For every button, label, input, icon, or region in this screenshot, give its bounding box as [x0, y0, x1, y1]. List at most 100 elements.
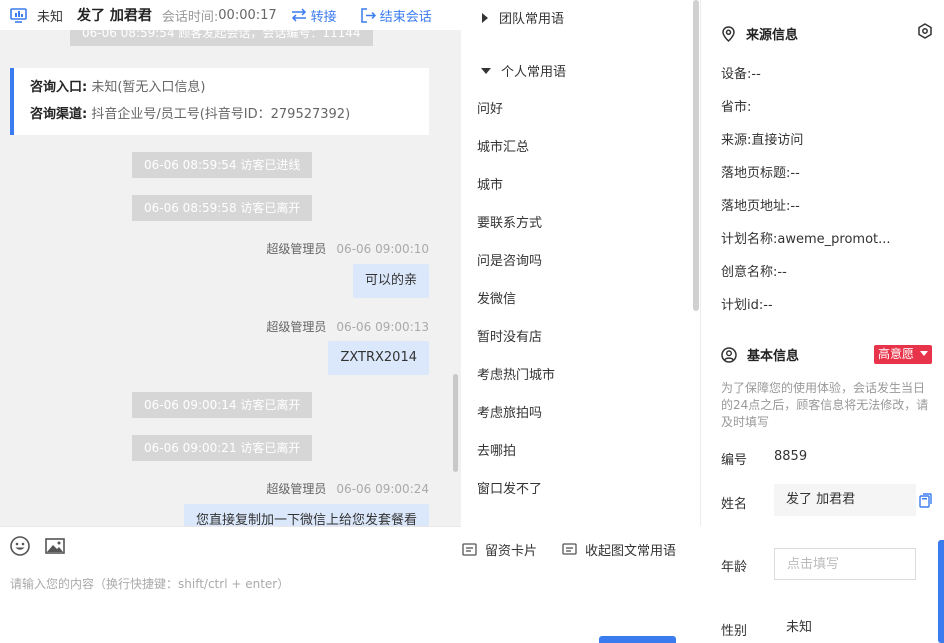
- message-bubble[interactable]: 可以的亲: [352, 264, 429, 298]
- landing-title-label: 落地页标题:: [721, 166, 791, 181]
- plan-id-label: 计划id:: [721, 298, 764, 313]
- from-value: 直接访问: [751, 133, 804, 148]
- quick-reply-item[interactable]: 要联系方式: [477, 212, 542, 231]
- message-icon: [562, 543, 577, 555]
- collapse-replies-button[interactable]: 收起图文常用语: [562, 540, 676, 559]
- quick-reply-item[interactable]: 问是咨询吗: [477, 250, 542, 269]
- creative-name-value: --: [777, 265, 787, 280]
- intent-label: 高意愿: [878, 347, 915, 361]
- monitor-icon: [10, 7, 27, 23]
- end-session-button[interactable]: 结束会话: [360, 6, 432, 25]
- name-label: 姓名: [721, 497, 748, 512]
- location-pin-icon: [722, 25, 735, 42]
- province-row: 省市:: [721, 96, 921, 115]
- caret-down-icon: [919, 351, 928, 356]
- quick-reply-item[interactable]: 去哪拍: [477, 440, 516, 459]
- card-icon: [462, 543, 477, 556]
- transfer-button[interactable]: 转接: [291, 6, 337, 25]
- lead-card-button[interactable]: 留资卡片: [462, 540, 537, 559]
- personal-replies-label: 个人常用语: [501, 65, 567, 80]
- sender-time: 06-06 09:00:13: [336, 320, 429, 334]
- image-icon[interactable]: [44, 535, 66, 557]
- consult-entry-row: 咨询入口: 未知(暂无入口信息): [30, 77, 429, 104]
- gender-select[interactable]: 未知: [774, 612, 916, 643]
- message-sender: 超级管理员 06-06 09:00:10: [266, 240, 429, 257]
- quick-replies-scrollbar[interactable]: [693, 0, 699, 311]
- sender-name: 超级管理员: [266, 320, 327, 334]
- consult-channel-key: 咨询渠道:: [30, 107, 88, 122]
- user-icon: [721, 346, 737, 363]
- province-label: 省市:: [721, 100, 752, 115]
- sender-time: 06-06 09:00:24: [336, 482, 429, 496]
- quick-reply-item[interactable]: 暂时没有店: [477, 326, 542, 345]
- source-info-title: 来源信息: [721, 24, 798, 43]
- personal-replies-group[interactable]: 个人常用语: [481, 61, 566, 80]
- from-label: 来源:: [721, 133, 752, 148]
- device-label: 设备:: [721, 67, 752, 82]
- collapse-replies-label: 收起图文常用语: [585, 544, 677, 559]
- consult-channel-value: 抖音企业号/员工号(抖音号ID：279527392): [91, 107, 351, 122]
- exit-icon: [360, 7, 376, 23]
- chat-header: 未知 发了 加君君 会话时间: 00:00:17 转接 结束会话: [0, 0, 461, 30]
- team-replies-group[interactable]: 团队常用语: [481, 8, 564, 27]
- message-input[interactable]: 请输入您的内容（换行快捷键：shift/ctrl + enter）: [10, 575, 289, 592]
- lead-card-label: 留资卡片: [485, 544, 538, 559]
- landing-title-value: --: [790, 166, 800, 181]
- copy-icon[interactable]: [919, 493, 932, 508]
- landing-title-row: 落地页标题:--: [721, 162, 921, 181]
- event-pill: 06-06 08:59:54 访客已进线: [132, 152, 313, 178]
- age-input[interactable]: [774, 548, 916, 580]
- device-row: 设备:--: [721, 63, 921, 82]
- plan-id-value: --: [763, 298, 773, 313]
- quick-reply-item[interactable]: 考虑热门城市: [477, 364, 555, 383]
- plan-id-row: 计划id:--: [721, 294, 921, 313]
- creative-name-label: 创意名称:: [721, 265, 778, 280]
- id-label: 编号: [721, 453, 748, 468]
- event-pill: 06-06 08:59:58 访客已离开: [132, 195, 313, 221]
- plan-name-value: aweme_promot...: [777, 232, 891, 247]
- end-session-label: 结束会话: [379, 9, 432, 25]
- quick-reply-item[interactable]: 城市: [477, 174, 503, 193]
- chat-panel: 06-06 08:59:54 顾客发起会话，会话编号：11144 咨询入口: 未…: [0, 0, 461, 643]
- event-pill: 06-06 09:00:14 访客已离开: [132, 392, 313, 418]
- message-list[interactable]: 06-06 08:59:54 顾客发起会话，会话编号：11144 咨询入口: 未…: [0, 30, 461, 526]
- creative-name-row: 创意名称:--: [721, 261, 921, 280]
- message-bubble[interactable]: ZXTRX2014: [328, 341, 429, 375]
- transfer-icon: [291, 8, 306, 22]
- consult-entry-value: 未知(暂无入口信息): [91, 80, 206, 95]
- quick-reply-item[interactable]: 窗口发不了: [477, 478, 542, 497]
- visitor-label: 未知: [37, 9, 64, 25]
- message-sender: 超级管理员 06-06 09:00:24: [266, 480, 429, 497]
- age-label: 年龄: [721, 560, 748, 575]
- smile-icon[interactable]: [9, 535, 31, 557]
- chat-scrollbar[interactable]: [453, 374, 458, 472]
- intent-dropdown[interactable]: 高意愿: [874, 345, 932, 364]
- landing-url-row: 落地页地址:--: [721, 195, 921, 214]
- basic-info-title-text: 基本信息: [747, 349, 800, 364]
- quick-reply-item[interactable]: 问好: [477, 98, 503, 117]
- consult-channel-row: 咨询渠道: 抖音企业号/员工号(抖音号ID：279527392): [30, 104, 429, 131]
- landing-url-value: --: [790, 199, 800, 214]
- quick-reply-item[interactable]: 考虑旅拍吗: [477, 402, 542, 421]
- send-button[interactable]: [599, 636, 676, 643]
- quick-reply-item[interactable]: 发微信: [477, 288, 516, 307]
- consult-info-card: 咨询入口: 未知(暂无入口信息) 咨询渠道: 抖音企业号/员工号(抖音号ID：2…: [10, 68, 429, 135]
- from-row: 来源:直接访问: [721, 129, 921, 148]
- landing-url-label: 落地页地址:: [721, 199, 791, 214]
- source-info-title-text: 来源信息: [746, 28, 799, 43]
- customer-name: 发了 加君君: [77, 8, 152, 24]
- session-time-label: 会话时间:: [161, 9, 219, 25]
- consult-entry-key: 咨询入口:: [30, 80, 88, 95]
- message-bubble[interactable]: 您直接复制加一下微信上给您发套餐看: [183, 504, 429, 526]
- name-field[interactable]: 发了 加君君: [774, 484, 916, 516]
- quick-reply-item[interactable]: 城市汇总: [477, 136, 529, 155]
- customer-info-panel: 来源信息 设备:-- 省市: 来源:直接访问 落地页标题:-- 落地页地址:--…: [701, 0, 944, 643]
- edit-notice: 为了保障您的使用体验，会话发生当日的24点之后，顾客信息将无法修改，请及时填写: [721, 381, 929, 429]
- plan-name-row: 计划名称:aweme_promot...: [721, 228, 921, 247]
- sender-name: 超级管理员: [266, 482, 327, 496]
- side-drawer-tab[interactable]: [938, 540, 944, 643]
- settings-icon[interactable]: [917, 23, 933, 39]
- quick-replies-panel: 团队常用语 个人常用语 问好 城市汇总 城市 要联系方式 问是咨询吗 发微信 暂…: [461, 0, 701, 526]
- plan-name-label: 计划名称:: [721, 232, 778, 247]
- gender-label: 性别: [721, 624, 748, 639]
